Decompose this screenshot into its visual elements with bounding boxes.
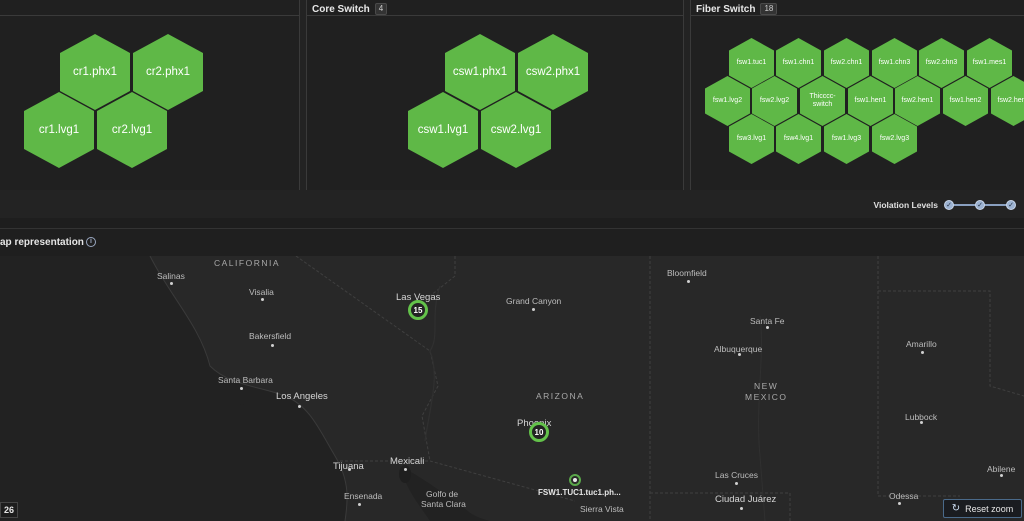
violation-levels: Violation Levels ✓ ✓ ✓	[873, 199, 1016, 211]
city-dot	[271, 344, 274, 347]
violation-level-check-icon[interactable]: ✓	[975, 200, 985, 210]
panel-title: Core Switch 4	[312, 3, 388, 15]
topology-area: cr1.phx1 cr2.phx1 cr1.lvg1 cr2.lvg1 Core…	[0, 0, 1024, 218]
city-dot	[261, 298, 264, 301]
city-dot	[240, 387, 243, 390]
city-label: Golfo de	[426, 489, 459, 499]
map-cluster[interactable]: 10	[529, 422, 549, 442]
map-cluster[interactable]: 15	[408, 300, 428, 320]
hex-node[interactable]: Thicccc-switch	[800, 76, 845, 126]
city-label: Los Angeles	[276, 391, 328, 402]
city-label: Bakersfield	[249, 331, 292, 341]
city-label: Mexicali	[390, 456, 425, 467]
hex-node[interactable]: fsw1.hen1	[848, 76, 893, 126]
panel-core-switch: Core Switch 4 csw1.phx1 csw2.phx1 csw1.lv…	[306, 0, 684, 190]
city-dot	[298, 405, 301, 408]
violation-levels-slider[interactable]: ✓ ✓ ✓	[944, 199, 1016, 211]
hex-node[interactable]: fsw4.lvg1	[776, 114, 821, 164]
map-view[interactable]: CALIFORNIA ARIZONA NEW MEXICO Salinas Vi…	[0, 256, 1024, 521]
city-label: Las Cruces	[715, 470, 758, 480]
reset-zoom-label: Reset zoom	[965, 503, 1014, 514]
city-label: Santa Barbara	[218, 375, 273, 385]
city-label: Sierra Vista	[580, 504, 624, 514]
state-label: CALIFORNIA	[214, 258, 281, 268]
hex-node[interactable]: fsw1.lvg2	[705, 76, 750, 126]
panel-core-router: cr1.phx1 cr2.phx1 cr1.lvg1 cr2.lvg1	[0, 0, 300, 190]
hex-node[interactable]: fsw2.chn3	[919, 38, 964, 88]
city-label: Ciudad Juárez	[715, 494, 777, 505]
map-node-label: FSW1.TUC1.tuc1.ph...	[538, 488, 621, 497]
city-label: Santa Fe	[750, 316, 785, 326]
city-dot	[920, 421, 923, 424]
reset-zoom-button[interactable]: ↻ Reset zoom	[943, 499, 1022, 518]
info-icon[interactable]: i	[86, 237, 96, 247]
city-dot	[358, 503, 361, 506]
violation-level-check-icon[interactable]: ✓	[1006, 200, 1016, 210]
city-dot	[404, 468, 407, 471]
city-dot	[687, 280, 690, 283]
city-dot	[738, 353, 741, 356]
city-dot	[170, 282, 173, 285]
zoom-level-indicator: 26	[0, 502, 18, 518]
city-dot	[532, 308, 535, 311]
map-header: ap representation i	[0, 228, 1024, 256]
violation-level-check-icon[interactable]: ✓	[944, 200, 954, 210]
hex-node[interactable]: fsw1.chn1	[776, 38, 821, 88]
city-label: Bloomfield	[667, 268, 707, 278]
panel-count-badge: 4	[374, 3, 388, 15]
hex-node[interactable]: csw2.phx1	[518, 34, 588, 110]
reset-icon: ↻	[951, 503, 961, 514]
city-dot	[348, 468, 351, 471]
panel-title: Fiber Switch 18	[696, 3, 778, 15]
panel-fiber-switch: Fiber Switch 18 fsw1.tuc1 fsw1.chn1 fsw2.…	[690, 0, 1024, 190]
city-dot	[1000, 474, 1003, 477]
city-label: Odessa	[889, 491, 919, 501]
hex-node[interactable]: fsw1.hen2	[943, 76, 988, 126]
panel-header	[0, 0, 299, 16]
state-label: ARIZONA	[536, 391, 585, 401]
panel-count-badge: 18	[760, 3, 778, 15]
map-node-marker[interactable]	[569, 474, 581, 486]
violation-levels-label: Violation Levels	[873, 200, 938, 210]
city-label: Amarillo	[906, 339, 937, 349]
hex-node[interactable]: fsw1.lvg3	[824, 114, 869, 164]
hex-node[interactable]: fsw2.chn1	[824, 38, 869, 88]
city-label: Salinas	[157, 271, 185, 281]
city-label: Abilene	[987, 464, 1016, 474]
city-dot	[921, 351, 924, 354]
state-label: NEW	[754, 381, 779, 391]
city-dot	[735, 482, 738, 485]
state-label: MEXICO	[745, 392, 788, 402]
city-label: Ensenada	[344, 491, 383, 501]
hex-node[interactable]: csw1.lvg1	[408, 92, 478, 168]
panel-header: Core Switch 4	[307, 0, 683, 16]
panel-header: Fiber Switch 18	[691, 0, 1024, 16]
city-dot	[740, 507, 743, 510]
city-dot	[766, 326, 769, 329]
city-label: Visalia	[249, 287, 274, 297]
city-label: Santa Clara	[421, 499, 466, 509]
city-label: Grand Canyon	[506, 296, 562, 306]
city-dot	[898, 502, 901, 505]
map-title: ap representation	[0, 237, 84, 248]
hex-node[interactable]: fsw1.mes1	[967, 38, 1012, 88]
